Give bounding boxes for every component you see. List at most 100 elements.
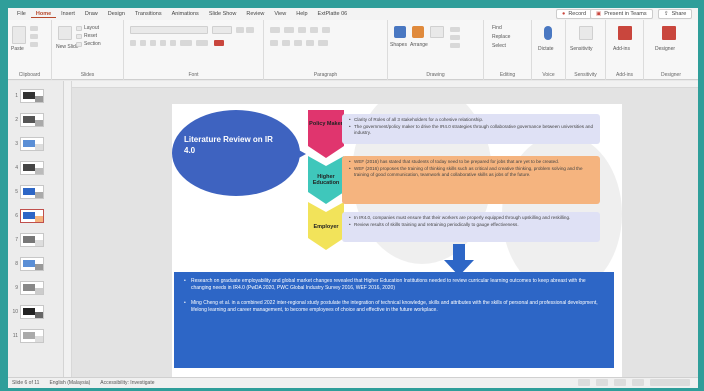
- higher-education-panel[interactable]: WEF (2016) has stated that students of t…: [342, 156, 600, 204]
- tab-home[interactable]: Home: [30, 11, 57, 18]
- bullets-icon[interactable]: [270, 27, 280, 33]
- align-left-icon[interactable]: [270, 40, 278, 46]
- align-center-icon[interactable]: [282, 40, 290, 46]
- slide-thumbnail-7[interactable]: 7: [10, 231, 62, 249]
- thumbnail-preview[interactable]: [20, 113, 44, 127]
- slide-thumbnail-2[interactable]: 2: [10, 111, 62, 129]
- strikethrough-icon[interactable]: [160, 40, 166, 46]
- layout-label[interactable]: Layout: [84, 25, 99, 31]
- increase-indent-icon[interactable]: [310, 27, 318, 33]
- shape-fill-icon[interactable]: [450, 27, 460, 32]
- thumbnail-content: [35, 168, 43, 174]
- format-painter-icon[interactable]: [30, 42, 38, 47]
- char-spacing-icon[interactable]: [180, 40, 192, 46]
- justify-icon[interactable]: [306, 40, 314, 46]
- thumbnail-preview[interactable]: [20, 161, 44, 175]
- underline-icon[interactable]: [150, 40, 156, 46]
- cut-icon[interactable]: [30, 26, 38, 31]
- thumbnail-preview[interactable]: [20, 257, 44, 271]
- designer-label: Designer: [655, 46, 676, 52]
- slide-thumbnail-8[interactable]: 8: [10, 255, 62, 273]
- section-label[interactable]: Section: [84, 41, 101, 47]
- slide-thumbnail-11[interactable]: 11: [10, 327, 62, 345]
- tab-help[interactable]: Help: [291, 11, 312, 17]
- paste-icon[interactable]: [12, 26, 26, 44]
- shape-effects-icon[interactable]: [450, 43, 460, 48]
- zoom-slider[interactable]: [650, 379, 690, 386]
- present-in-teams-button[interactable]: ▣ Present in Teams: [590, 9, 653, 19]
- normal-view-button[interactable]: [596, 379, 608, 386]
- layout-icon[interactable]: [76, 26, 82, 31]
- bold-icon[interactable]: [130, 40, 136, 46]
- shapes-icon[interactable]: [394, 26, 406, 38]
- columns-icon[interactable]: [318, 40, 328, 46]
- change-case-icon[interactable]: [196, 40, 208, 46]
- slide-thumbnail-6[interactable]: 6: [10, 207, 62, 225]
- reset-icon[interactable]: [76, 34, 82, 39]
- find-button[interactable]: Find: [492, 25, 502, 31]
- tab-insert[interactable]: Insert: [56, 11, 80, 17]
- font-color-icon[interactable]: [214, 40, 224, 46]
- thumbnail-preview[interactable]: [20, 185, 44, 199]
- slide-thumbnail-3[interactable]: 3: [10, 135, 62, 153]
- designer-icon[interactable]: [662, 26, 676, 40]
- line-spacing-icon[interactable]: [322, 27, 330, 33]
- thumbnail-preview[interactable]: [20, 137, 44, 151]
- share-button[interactable]: ⇪ Share: [658, 9, 693, 19]
- thumbnail-preview[interactable]: [20, 233, 44, 247]
- notes-button[interactable]: [578, 379, 590, 386]
- thumbnail-preview[interactable]: [20, 281, 44, 295]
- align-right-icon[interactable]: [294, 40, 302, 46]
- copy-icon[interactable]: [30, 34, 38, 39]
- thumbnail-preview[interactable]: [20, 89, 44, 103]
- summary-box[interactable]: Research on graduate employability and g…: [174, 272, 614, 368]
- arrange-icon[interactable]: [412, 26, 424, 38]
- new-slide-icon[interactable]: [58, 26, 72, 40]
- thumbnail-preview[interactable]: [20, 209, 44, 223]
- shadow-icon[interactable]: [170, 40, 176, 46]
- section-icon[interactable]: [76, 42, 82, 47]
- replace-button[interactable]: Replace: [492, 34, 510, 40]
- employer-panel[interactable]: In IR4.0, companies must ensure that the…: [342, 212, 600, 242]
- sensitivity-icon[interactable]: [579, 26, 593, 40]
- shape-outline-icon[interactable]: [450, 35, 460, 40]
- addins-icon[interactable]: [618, 26, 632, 40]
- record-button[interactable]: ● Record: [556, 9, 593, 19]
- slide-sorter-button[interactable]: [614, 379, 626, 386]
- numbering-icon[interactable]: [284, 27, 294, 33]
- decrease-indent-icon[interactable]: [298, 27, 306, 33]
- slide-thumbnail-4[interactable]: 4: [10, 159, 62, 177]
- slide-thumbnail-pane[interactable]: 1 2 3 4 5 6 7 8 9 10 11: [8, 81, 64, 377]
- tab-file[interactable]: File: [12, 11, 31, 17]
- tab-design[interactable]: Design: [103, 11, 130, 17]
- decrease-font-icon[interactable]: [246, 27, 254, 33]
- slide[interactable]: Literature Review on IR 4.0 Policy Maker…: [172, 104, 622, 380]
- tab-view[interactable]: View: [269, 11, 291, 17]
- language-indicator[interactable]: English (Malaysia): [49, 380, 90, 386]
- tab-draw[interactable]: Draw: [80, 11, 103, 17]
- tab-transitions[interactable]: Transitions: [130, 11, 167, 17]
- accessibility-checker[interactable]: Accessibility: Investigate: [100, 380, 154, 386]
- font-size-dropdown[interactable]: [212, 26, 232, 34]
- increase-font-icon[interactable]: [236, 27, 244, 33]
- reading-view-button[interactable]: [632, 379, 644, 386]
- microphone-icon[interactable]: [544, 26, 552, 40]
- italic-icon[interactable]: [140, 40, 146, 46]
- tab-animations[interactable]: Animations: [167, 11, 204, 17]
- slide-thumbnail-5[interactable]: 5: [10, 183, 62, 201]
- tab-review[interactable]: Review: [241, 11, 269, 17]
- select-button[interactable]: Select: [492, 43, 506, 49]
- reset-label[interactable]: Reset: [84, 33, 97, 39]
- slide-thumbnail-10[interactable]: 10: [10, 303, 62, 321]
- tab-extplatte-06[interactable]: ExtPlatte 06: [313, 11, 353, 17]
- font-name-dropdown[interactable]: [130, 26, 208, 34]
- chevron-policy-maker[interactable]: [308, 110, 344, 158]
- slide-thumbnail-1[interactable]: 1: [10, 87, 62, 105]
- tab-slide-show[interactable]: Slide Show: [204, 11, 242, 17]
- thumbnail-preview[interactable]: [20, 305, 44, 319]
- quick-styles-icon[interactable]: [430, 26, 444, 38]
- thumbnail-preview[interactable]: [20, 329, 44, 343]
- vertical-ruler: [64, 81, 72, 377]
- policy-maker-panel[interactable]: Clarity of Roles of all 3 stakeholders f…: [342, 114, 600, 144]
- slide-thumbnail-9[interactable]: 9: [10, 279, 62, 297]
